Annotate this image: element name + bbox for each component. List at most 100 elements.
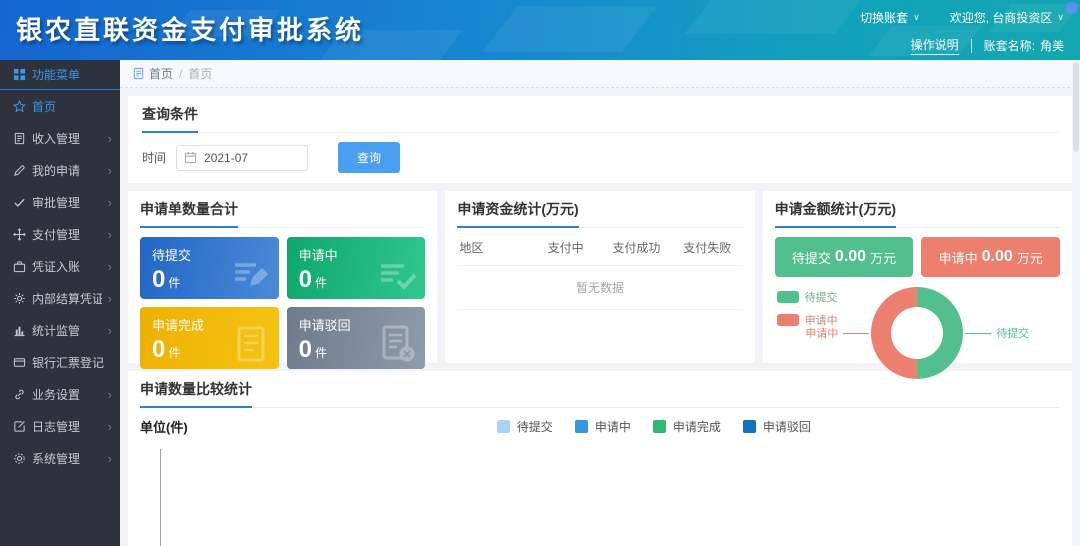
- query-panel-header: 查询条件: [142, 104, 1058, 133]
- legend-item[interactable]: 申请完成: [653, 418, 721, 435]
- sidebar-item-system[interactable]: 系统管理 ›: [0, 442, 120, 474]
- card-icon: [13, 356, 26, 369]
- briefcase-icon: [13, 260, 26, 273]
- legend-label: 待提交: [805, 289, 838, 305]
- stat-card-in-progress[interactable]: 申请中 0件: [287, 237, 426, 299]
- move-icon: [13, 228, 26, 241]
- legend-swatch: [575, 420, 588, 433]
- legend-item[interactable]: 申请驳回: [743, 418, 811, 435]
- sidebar-item-statistics[interactable]: 统计监管 ›: [0, 314, 120, 346]
- edit-document-icon: [231, 254, 271, 294]
- sidebar-item-income[interactable]: 收入管理 ›: [0, 122, 120, 154]
- sidebar-item-bank-draft[interactable]: 银行汇票登记: [0, 346, 120, 378]
- stat-card-pending-submit[interactable]: 待提交 0件: [140, 237, 279, 299]
- sidebar-item-approval[interactable]: 审批管理 ›: [0, 186, 120, 218]
- link-icon: [13, 388, 26, 401]
- legend-item[interactable]: 待提交: [777, 289, 838, 305]
- amount-badge-pending-submit[interactable]: 待提交 0.00 万元: [775, 237, 914, 277]
- legend-swatch: [497, 420, 510, 433]
- chevron-right-icon: ›: [108, 420, 112, 433]
- app-title: 银农直联资金支付审批系统: [16, 0, 364, 60]
- breadcrumb-current: 首页: [188, 65, 212, 82]
- amount-badge-in-progress[interactable]: 申请中 0.00 万元: [921, 237, 1060, 277]
- stat-card-completed[interactable]: 申请完成 0件: [140, 307, 279, 369]
- comparison-title: 申请数量比较统计: [140, 379, 252, 408]
- document-lines-icon: [231, 324, 271, 364]
- sidebar-item-label: 我的申请: [32, 162, 102, 179]
- chevron-right-icon: ›: [108, 260, 112, 273]
- column-header: 支付失败: [672, 239, 743, 256]
- grid-icon: [13, 68, 26, 81]
- stat-card-unit: 件: [315, 276, 327, 290]
- sidebar-item-payment[interactable]: 支付管理 ›: [0, 218, 120, 250]
- sidebar-menu-header: 功能菜单: [0, 60, 120, 90]
- vertical-scrollbar-track[interactable]: [1072, 60, 1080, 546]
- legend-item[interactable]: 待提交: [497, 418, 553, 435]
- stat-card-unit: 件: [168, 276, 180, 290]
- legend-label: 待提交: [517, 418, 553, 435]
- sidebar-item-label: 业务设置: [32, 386, 102, 403]
- legend-label: 申请驳回: [763, 418, 811, 435]
- app-header: 银农直联资金支付审批系统 切换账套 ∨ 欢迎您, 台商投资区 ∨ 操作说明 账套…: [0, 0, 1080, 60]
- stat-card-rejected[interactable]: 申请驳回 0件: [287, 307, 426, 369]
- sidebar-item-label: 统计监管: [32, 322, 102, 339]
- amount-badge-label: 待提交: [792, 248, 831, 267]
- column-header: 地区: [457, 239, 530, 256]
- stat-card-value: 0: [299, 336, 312, 363]
- stat-card-unit: 件: [168, 346, 180, 360]
- vertical-scrollbar-thumb[interactable]: [1073, 62, 1079, 152]
- pencil-icon: [13, 164, 26, 177]
- amount-badge-value: 0.00: [835, 248, 866, 266]
- fund-stats-panel: 申请资金统计(万元) 地区 支付中 支付成功 支付失败 暂无数据: [445, 191, 754, 363]
- sidebar-item-log[interactable]: 日志管理 ›: [0, 410, 120, 442]
- amount-badge-unit: 万元: [870, 248, 896, 267]
- amount-stats-header: 申请金额统计(万元): [775, 199, 1060, 228]
- donut-callout-left: 申请中: [805, 325, 869, 341]
- page-icon: [132, 67, 145, 80]
- search-button[interactable]: 查询: [338, 142, 400, 173]
- bar-chart-icon: [13, 324, 26, 337]
- comparison-panel: 申请数量比较统计 单位(件) 待提交 申请中: [128, 371, 1072, 546]
- legend-swatch: [777, 314, 799, 326]
- edit-square-icon: [13, 420, 26, 433]
- legend-item[interactable]: 申请中: [575, 418, 631, 435]
- gear-icon: [13, 452, 26, 465]
- count-summary-panel: 申请单数量合计 待提交 0件 申请中 0件: [128, 191, 437, 363]
- comparison-header: 申请数量比较统计: [140, 379, 1060, 408]
- donut-chart[interactable]: [871, 287, 963, 379]
- sidebar-item-my-applications[interactable]: 我的申请 ›: [0, 154, 120, 186]
- sidebar-item-home[interactable]: 首页: [0, 90, 120, 122]
- sidebar-item-voucher-entry[interactable]: 凭证入账 ›: [0, 250, 120, 282]
- user-welcome-dropdown[interactable]: 欢迎您, 台商投资区 ∨: [950, 9, 1064, 26]
- amount-stats-title: 申请金额统计(万元): [775, 199, 896, 228]
- sidebar-item-business-settings[interactable]: 业务设置 ›: [0, 378, 120, 410]
- header-divider: [971, 39, 972, 53]
- account-name-label: 账套名称:: [984, 37, 1035, 54]
- operation-guide-link[interactable]: 操作说明: [911, 36, 959, 55]
- chevron-right-icon: ›: [108, 452, 112, 465]
- query-panel-title: 查询条件: [142, 104, 198, 133]
- document-reject-icon: [377, 324, 417, 364]
- query-panel: 查询条件 时间 查询: [128, 96, 1072, 183]
- switch-account-dropdown[interactable]: 切换账套 ∨: [860, 9, 920, 26]
- sidebar-item-internal-settlement[interactable]: 内部结算凭证 ›: [0, 282, 120, 314]
- chevron-right-icon: ›: [108, 164, 112, 177]
- count-summary-header: 申请单数量合计: [140, 199, 425, 228]
- donut-callout-label: 申请中: [805, 325, 838, 341]
- sidebar-item-label: 银行汇票登记: [32, 354, 112, 371]
- fund-stats-title: 申请资金统计(万元): [457, 199, 578, 228]
- breadcrumb: 首页 / 首页: [120, 60, 1080, 88]
- time-label: 时间: [142, 149, 166, 166]
- donut-callout-label: 待提交: [996, 325, 1029, 341]
- stat-card-value: 0: [152, 336, 165, 363]
- amount-stats-panel: 申请金额统计(万元) 待提交 0.00 万元 申请中 0.00 万元: [763, 191, 1072, 363]
- sidebar-item-label: 系统管理: [32, 450, 102, 467]
- stat-card-unit: 件: [315, 346, 327, 360]
- breadcrumb-home[interactable]: 首页: [149, 65, 173, 82]
- legend-swatch: [653, 420, 666, 433]
- legend-label: 申请中: [595, 418, 631, 435]
- notification-dot[interactable]: [1066, 2, 1078, 14]
- chevron-right-icon: ›: [108, 196, 112, 209]
- chevron-down-icon: ∨: [1057, 12, 1064, 23]
- chevron-right-icon: ›: [108, 292, 112, 305]
